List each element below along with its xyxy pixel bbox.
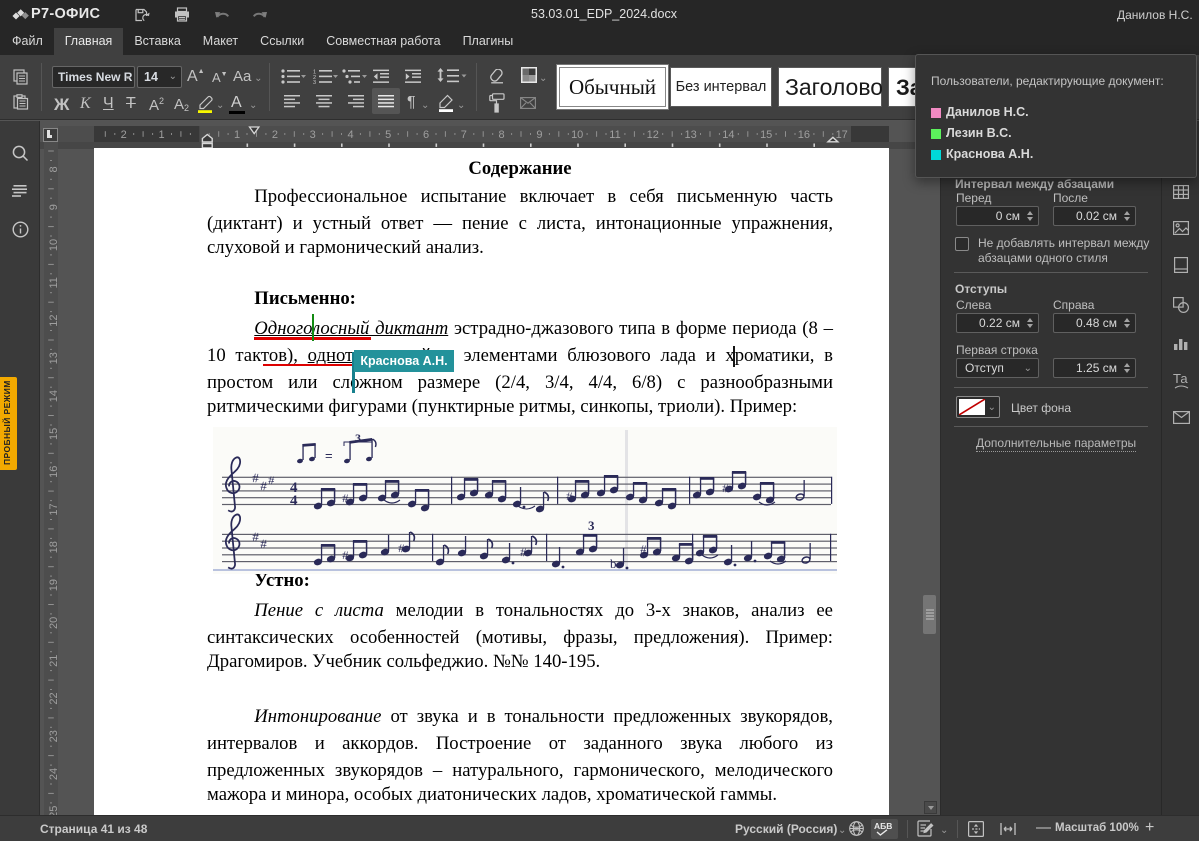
svg-text:24: 24	[48, 768, 58, 780]
svg-text:#: #	[268, 473, 275, 487]
svg-text:20: 20	[48, 617, 58, 629]
svg-text:16: 16	[48, 466, 58, 478]
svg-text:19: 19	[48, 579, 58, 591]
svg-text:10: 10	[48, 239, 58, 251]
svg-text:9: 9	[48, 204, 58, 210]
svg-text:15: 15	[48, 428, 58, 440]
svg-text:23: 23	[48, 730, 58, 742]
svg-text:8: 8	[48, 166, 58, 172]
svg-text:4: 4	[290, 493, 298, 509]
svg-text:18: 18	[48, 541, 58, 553]
svg-text:12: 12	[48, 314, 58, 326]
svg-text:11: 11	[48, 277, 58, 288]
svg-text:21: 21	[48, 655, 58, 667]
svg-text:25: 25	[48, 806, 58, 815]
svg-text:=: =	[325, 448, 333, 463]
svg-text:22: 22	[48, 692, 58, 704]
svg-text:b: b	[610, 556, 617, 571]
svg-text:13: 13	[48, 352, 58, 364]
svg-text:17: 17	[48, 503, 58, 515]
svg-text:3: 3	[588, 518, 595, 533]
svg-text:14: 14	[48, 390, 58, 402]
svg-text:3: 3	[355, 431, 361, 445]
svg-text:3: 3	[313, 80, 316, 84]
svg-text:Та: Та	[1173, 371, 1188, 386]
svg-text:#: #	[640, 542, 647, 556]
